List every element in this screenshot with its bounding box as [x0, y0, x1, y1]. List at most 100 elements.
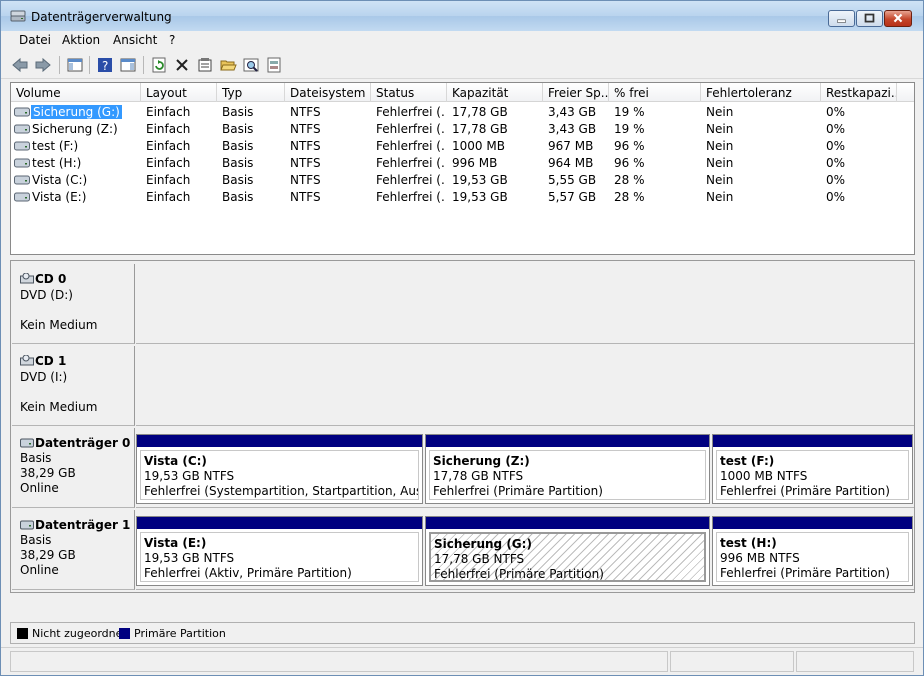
partition-size: 17,78 GB NTFS	[434, 552, 525, 566]
legend: Nicht zugeordnet Primäre Partition	[10, 622, 915, 644]
volume-status: Fehlerfrei (...	[376, 156, 446, 170]
partition-vista-c[interactable]: Vista (C:) 19,53 GB NTFS Fehlerfrei (Sys…	[136, 434, 423, 504]
partition-test-f[interactable]: test (F:) 1000 MB NTFS Fehlerfrei (Primä…	[712, 434, 913, 504]
selected-partition-hatch: Sicherung (G:) 17,78 GB NTFS Fehlerfrei …	[429, 532, 706, 582]
rescan-disks-icon[interactable]	[265, 56, 283, 74]
close-button[interactable]	[884, 10, 912, 27]
disk-status: Online	[20, 481, 59, 495]
minimize-button[interactable]	[828, 10, 855, 27]
volume-row[interactable]: Vista (E:) Einfach Basis NTFS Fehlerfrei…	[11, 188, 914, 205]
volume-type: Basis	[222, 173, 254, 187]
partition-size: 17,78 GB NTFS	[433, 469, 524, 483]
partition-type-bar	[426, 517, 709, 529]
partition-type-bar	[137, 435, 422, 447]
volume-capacity: 17,78 GB	[452, 122, 508, 136]
volume-row[interactable]: test (F:) Einfach Basis NTFS Fehlerfrei …	[11, 137, 914, 154]
volume-icon	[14, 158, 30, 168]
menu-datei[interactable]: Datei	[19, 33, 51, 47]
show-hide-action-pane-icon[interactable]	[119, 56, 137, 74]
help-icon[interactable]: ?	[96, 56, 114, 74]
forward-arrow-icon[interactable]	[34, 56, 52, 74]
disk-body-cd0	[136, 264, 914, 344]
volume-type: Basis	[222, 139, 254, 153]
disk-media-status: Kein Medium	[20, 400, 98, 414]
volume-status: Fehlerfrei (...	[376, 173, 446, 187]
partition-sicherung-z[interactable]: Sicherung (Z:) 17,78 GB NTFS Fehlerfrei …	[425, 434, 710, 504]
volume-overhead: 0%	[826, 105, 846, 119]
volume-overhead: 0%	[826, 139, 846, 153]
disk-media-status: Kein Medium	[20, 318, 98, 332]
volume-capacity: 19,53 GB	[452, 190, 508, 204]
volume-status: Fehlerfrei (...	[376, 139, 446, 153]
maximize-button[interactable]	[856, 10, 883, 27]
cd-drive-icon	[20, 355, 34, 366]
volume-filesystem: NTFS	[290, 105, 321, 119]
volume-type: Basis	[222, 156, 254, 170]
column-header-capacity[interactable]: Kapazität	[447, 83, 543, 102]
partition-name: Vista (E:)	[144, 536, 207, 550]
volume-capacity: 996 MB	[452, 156, 498, 170]
volume-row[interactable]: test (H:) Einfach Basis NTFS Fehlerfrei …	[11, 154, 914, 171]
volume-filesystem: NTFS	[290, 173, 321, 187]
disk-graphical-view[interactable]: CD 0 DVD (D:) Kein Medium CD 1 DVD (I:) …	[10, 260, 915, 593]
column-header-percent-free[interactable]: % frei	[609, 83, 701, 102]
column-header-type[interactable]: Typ	[217, 83, 285, 102]
back-arrow-icon[interactable]	[11, 56, 29, 74]
column-header-volume[interactable]: Volume	[11, 83, 141, 102]
volume-layout: Einfach	[146, 139, 191, 153]
column-header-overhead[interactable]: Restkapazi...	[821, 83, 897, 102]
volume-row[interactable]: Sicherung (G:) Einfach Basis NTFS Fehler…	[11, 103, 914, 120]
volume-type: Basis	[222, 190, 254, 204]
disk-label-cd1[interactable]: CD 1 DVD (I:) Kein Medium	[12, 346, 135, 426]
title-bar[interactable]: Datenträgerverwaltung	[1, 1, 923, 31]
refresh-icon[interactable]	[150, 56, 168, 74]
partition-test-h[interactable]: test (H:) 996 MB NTFS Fehlerfrei (Primär…	[712, 516, 913, 586]
volume-status: Fehlerfrei (...	[376, 105, 446, 119]
explore-icon[interactable]	[242, 56, 260, 74]
volume-type: Basis	[222, 122, 254, 136]
disk-name: CD 1	[35, 354, 67, 368]
close-icon	[893, 13, 903, 23]
delete-icon[interactable]	[173, 56, 191, 74]
menu-aktion[interactable]: Aktion	[62, 33, 100, 47]
menu-ansicht[interactable]: Ansicht	[113, 33, 157, 47]
volume-percent-free: 28 %	[614, 173, 645, 187]
volume-row[interactable]: Sicherung (Z:) Einfach Basis NTFS Fehler…	[11, 120, 914, 137]
partition-type-bar	[713, 435, 912, 447]
volume-list[interactable]: Volume Layout Typ Dateisystem Status Kap…	[10, 82, 915, 255]
partition-name: test (H:)	[720, 536, 777, 550]
disk-management-window: Datenträgerverwaltung Datei Aktion Ansic…	[0, 0, 924, 676]
disk-size: 38,29 GB	[20, 466, 76, 480]
partition-name: test (F:)	[720, 454, 775, 468]
maximize-icon	[864, 13, 875, 23]
properties-icon[interactable]	[196, 56, 214, 74]
disk-label-cd0[interactable]: CD 0 DVD (D:) Kein Medium	[12, 264, 135, 344]
volume-overhead: 0%	[826, 122, 846, 136]
menu-help[interactable]: ?	[169, 33, 175, 47]
column-header-fault-tolerance[interactable]: Fehlertoleranz	[701, 83, 821, 102]
disk-label-disk0[interactable]: Datenträger 0 Basis 38,29 GB Online	[12, 428, 135, 508]
partition-type-bar	[426, 435, 709, 447]
volume-name: Sicherung (G:)	[31, 105, 122, 119]
legend-item-unallocated: Nicht zugeordnet	[17, 627, 127, 640]
show-hide-console-tree-icon[interactable]	[66, 56, 84, 74]
column-header-free-space[interactable]: Freier Sp...	[543, 83, 609, 102]
partition-size: 19,53 GB NTFS	[144, 469, 235, 483]
volume-row[interactable]: Vista (C:) Einfach Basis NTFS Fehlerfrei…	[11, 171, 914, 188]
open-folder-icon[interactable]	[219, 56, 237, 74]
partition-type-bar	[713, 517, 912, 529]
disk-status: Online	[20, 563, 59, 577]
partition-sicherung-g[interactable]: Sicherung (G:) 17,78 GB NTFS Fehlerfrei …	[425, 516, 710, 586]
disk-label-disk1[interactable]: Datenträger 1 Basis 38,29 GB Online	[12, 510, 135, 590]
column-header-layout[interactable]: Layout	[141, 83, 217, 102]
volume-layout: Einfach	[146, 190, 191, 204]
disk-body-disk1: Vista (E:) 19,53 GB NTFS Fehlerfrei (Akt…	[136, 510, 914, 590]
volume-name: test (F:)	[32, 139, 79, 153]
disk-name: Datenträger 1	[35, 518, 131, 532]
volume-type: Basis	[222, 105, 254, 119]
hard-disk-icon	[20, 438, 34, 448]
disk-management-icon	[10, 10, 26, 22]
partition-vista-e[interactable]: Vista (E:) 19,53 GB NTFS Fehlerfrei (Akt…	[136, 516, 423, 586]
column-header-filesystem[interactable]: Dateisystem	[285, 83, 371, 102]
column-header-status[interactable]: Status	[371, 83, 447, 102]
